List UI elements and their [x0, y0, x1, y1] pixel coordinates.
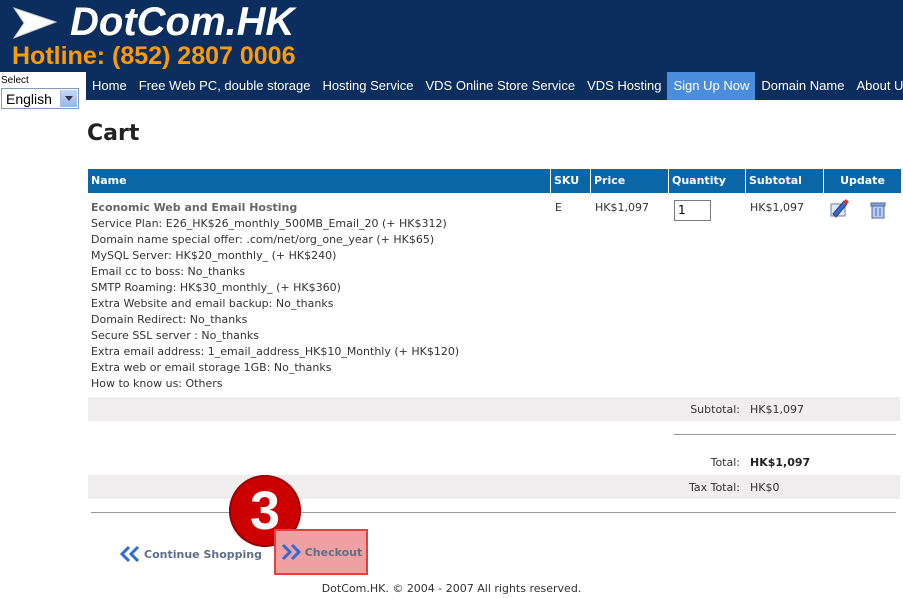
continue-shopping-label: Continue Shopping — [144, 547, 262, 561]
option-line: MySQL Server: HK$20_monthly_ (+ HK$240) — [91, 249, 337, 262]
option-line: How to know us: Others — [91, 377, 223, 390]
checkout-button[interactable]: Checkout — [274, 529, 368, 575]
nav-item-about-us[interactable]: About Us — [850, 72, 903, 100]
nav-item-home[interactable]: Home — [86, 72, 133, 100]
footer-copyright: DotCom.HK. © 2004 - 2007 All rights rese… — [321, 582, 582, 595]
sku-value: E — [555, 201, 562, 214]
trash-icon[interactable] — [867, 198, 889, 220]
subtotal-label: Subtotal: — [690, 403, 740, 416]
nav-item-hosting-service[interactable]: Hosting Service — [316, 72, 419, 100]
double-chevron-left-icon — [119, 545, 140, 563]
column-header-update: Update — [824, 169, 901, 193]
subtotal-total-value: HK$1,097 — [750, 403, 804, 416]
double-chevron-right-icon — [281, 543, 301, 561]
total-label: Total: — [710, 456, 740, 469]
site-header: DotCom.HK Hotline: (852) 2807 0006 — [0, 0, 903, 72]
checkout-label: Checkout — [304, 545, 363, 559]
tax-label: Tax Total: — [688, 481, 740, 494]
chevron-down-icon[interactable] — [60, 90, 77, 107]
column-header-quantity: Quantity — [669, 169, 745, 193]
subtotal-value: HK$1,097 — [750, 201, 804, 214]
column-header-subtotal: Subtotal — [746, 169, 823, 193]
product-name[interactable]: Economic Web and Email Hosting — [91, 200, 459, 216]
option-line: Service Plan: E26_HK$26_monthly_500MB_Em… — [91, 217, 447, 230]
nav-item-domain-name[interactable]: Domain Name — [755, 72, 850, 100]
quantity-input[interactable]: 1 — [674, 200, 711, 221]
price-value: HK$1,097 — [595, 201, 649, 214]
main-nav: Home Free Web PC, double storage Hosting… — [86, 72, 903, 100]
cart-item-details: Economic Web and Email Hosting Service P… — [91, 200, 459, 392]
total-value: HK$1,097 — [750, 456, 811, 469]
tax-value: HK$0 — [750, 481, 780, 494]
option-line: Domain Redirect: No_thanks — [91, 313, 248, 326]
divider — [674, 434, 896, 435]
nav-item-free-web-pc[interactable]: Free Web PC, double storage — [133, 72, 317, 100]
option-line: Extra web or email storage 1GB: No_thank… — [91, 361, 332, 374]
language-label: Select — [1, 75, 29, 86]
column-header-sku: SKU — [551, 169, 590, 193]
option-line: Email cc to boss: No_thanks — [91, 265, 246, 278]
option-line: SMTP Roaming: HK$30_monthly_ (+ HK$360) — [91, 281, 341, 294]
continue-shopping-button[interactable]: Continue Shopping — [119, 545, 262, 563]
nav-item-vds-online-store[interactable]: VDS Online Store Service — [419, 72, 581, 100]
option-line: Extra Website and email backup: No_thank… — [91, 297, 334, 310]
nav-item-vds-hosting[interactable]: VDS Hosting — [581, 72, 667, 100]
option-line: Domain name special offer: .com/net/org_… — [91, 233, 435, 246]
language-selected-value: English — [6, 91, 52, 107]
nav-item-sign-up-now[interactable]: Sign Up Now — [667, 72, 756, 100]
column-header-price: Price — [591, 169, 668, 193]
column-header-name: Name — [88, 169, 550, 193]
divider — [91, 512, 896, 513]
logo-arrow-icon — [12, 7, 58, 40]
hotline: Hotline: (852) 2807 0006 — [12, 42, 296, 70]
update-icon[interactable] — [828, 198, 850, 220]
option-line: Secure SSL server : No_thanks — [91, 329, 259, 342]
page-title: Cart — [87, 121, 140, 146]
language-select[interactable]: English — [1, 88, 79, 109]
option-line: Extra email address: 1_email_address_HK$… — [91, 345, 460, 358]
logo-text[interactable]: DotCom.HK — [70, 0, 294, 44]
